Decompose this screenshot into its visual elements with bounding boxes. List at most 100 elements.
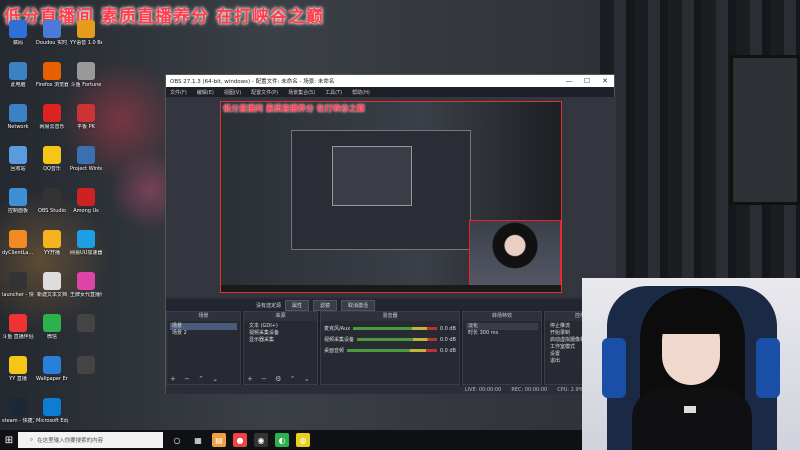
desktop-icon[interactable]: 赋码 (2, 20, 34, 58)
desktop-icon[interactable]: YY语音 1.0 Beta (70, 20, 102, 58)
rec-timer: REC: 00:00:00 (511, 386, 548, 393)
desktop-icon[interactable] (70, 356, 102, 394)
desktop-icon-label: steam - 快捷方式 (2, 418, 34, 424)
source-item[interactable]: 文本 (GDI+) (247, 323, 314, 330)
desktop-icon[interactable]: 网易云音乐 (36, 104, 68, 142)
scene-item[interactable]: 场景 2 (170, 330, 237, 337)
duration-input[interactable]: 300 ms (480, 330, 499, 336)
menu-help[interactable]: 帮助(H) (352, 89, 370, 96)
streamer-body (632, 388, 752, 450)
chat-icon (43, 20, 61, 38)
yy-taskbar-icon[interactable]: ◍ (296, 433, 310, 447)
obs-window[interactable]: OBS 27.1.3 (64-bit, windows) - 配置文件: 未命名… (165, 74, 616, 394)
desktop-icon[interactable]: 平板 PK (70, 104, 102, 142)
desktop-icon[interactable] (70, 314, 102, 352)
deactivate-button[interactable]: 取消激活 (341, 299, 376, 311)
minimize-button[interactable]: — (560, 77, 578, 85)
menu-scene-collection[interactable]: 场景集合(S) (288, 89, 315, 96)
menu-edit[interactable]: 编辑(E) (197, 89, 214, 96)
desktop-icon[interactable]: Doudou 实时互动 (36, 20, 68, 58)
source-item[interactable]: 显示器采集 (247, 337, 314, 344)
desktop-icon[interactable]: 斗鱼 Fortune (70, 62, 102, 100)
desktop-icon[interactable]: Network (2, 104, 34, 142)
wallpaper-icon (43, 356, 61, 374)
close-button[interactable]: ✕ (596, 77, 614, 85)
sources-dock: 来源 文本 (GDI+) 视频采集设备 显示器采集 + − ⚙ ⌃ ⌄ (243, 311, 318, 385)
transition-select[interactable]: 淡化 (466, 323, 538, 330)
multitask-icon[interactable]: ▦ (191, 433, 205, 447)
desktop-icon-label: Doudou 实时互动 (36, 40, 68, 46)
obs-icon (43, 188, 61, 206)
filters-button[interactable]: 滤镜 (313, 299, 338, 311)
task-view-icon[interactable]: ○ (170, 433, 184, 447)
desktop-icon[interactable]: Firefox 浏览器 (36, 62, 68, 100)
desktop-icon[interactable]: QQ音乐 (36, 146, 68, 184)
desktop-icon-label: 斗鱼 直播伴侣 (2, 334, 34, 340)
app-icon (9, 314, 27, 332)
properties-button[interactable]: 属性 (285, 299, 310, 311)
desktop-icon[interactable]: Wallpaper Engine (36, 356, 68, 394)
folder-icon[interactable]: ▤ (212, 433, 226, 447)
windows-start-icon[interactable]: ⊞ (0, 430, 18, 450)
desktop-icon-label: Among Us (73, 208, 99, 214)
desktop-icon[interactable]: 此电脑 (2, 62, 34, 100)
yy-icon (77, 20, 95, 38)
obs-status-bar: LIVE: 00:00:00 REC: 00:00:00 CPU: 2.9%, … (166, 385, 616, 394)
desktop-icon-label: YY语音 1.0 Beta (70, 40, 102, 46)
menu-profile[interactable]: 配置文件(P) (251, 89, 278, 96)
desktop-icon[interactable]: YY开播 (36, 230, 68, 268)
desktop-icon[interactable]: OBS Studio (36, 188, 68, 226)
desktop-icon[interactable]: 微信 (36, 314, 68, 352)
obs-preview-canvas[interactable]: 低分直播间 素质直播养分 在打峡谷之巅 (220, 101, 562, 293)
obs-titlebar[interactable]: OBS 27.1.3 (64-bit, windows) - 配置文件: 未命名… (166, 75, 614, 87)
channel-db: 0.0 dB (439, 336, 456, 343)
desktop-icon-label: 斗鱼 Fortune (70, 82, 102, 88)
desktop-icon[interactable]: YY 直播 (2, 356, 34, 394)
live-timer: LIVE: 00:00:00 (464, 386, 502, 393)
desktop-icon[interactable]: 控制面板 (2, 188, 34, 226)
scene-controls[interactable]: + − ⌃ ⌄ (170, 375, 221, 383)
desktop-icon[interactable]: 网易UU加速器 (70, 230, 102, 268)
volume-meter[interactable] (357, 338, 437, 341)
wechat-taskbar-icon[interactable]: ◐ (275, 433, 289, 447)
channel-name: 视频采集设备 (324, 337, 355, 343)
scene-item[interactable]: 场景 (170, 323, 237, 330)
scenes-dock: 场景 场景 场景 2 + − ⌃ ⌄ (166, 311, 241, 385)
source-toolbar: 没有选定源 属性 滤镜 取消激活 (166, 299, 616, 311)
volume-meter[interactable] (353, 327, 437, 330)
menu-tools[interactable]: 工具(T) (325, 89, 342, 96)
transition-duration: 时长 300 ms (466, 330, 538, 337)
desktop-icon-label: YY 直播 (9, 376, 27, 382)
desktop-icon[interactable]: Among Us (70, 188, 102, 226)
desktop-icon[interactable]: 回收站 (2, 146, 34, 184)
desktop-icon-label: 控制面板 (7, 208, 28, 214)
source-item[interactable]: 视频采集设备 (247, 330, 314, 337)
obs-taskbar-icon[interactable]: ◉ (254, 433, 268, 447)
webcam-overlay (582, 278, 800, 450)
desktop-icon[interactable]: 王牌女代直播伴侣 (70, 272, 102, 310)
menu-view[interactable]: 视图(V) (224, 89, 241, 96)
menu-file[interactable]: 文件(F) (170, 89, 187, 96)
volume-meter[interactable] (347, 349, 437, 352)
desktop-icon[interactable]: 新建文本文档 (36, 272, 68, 310)
desktop-icon[interactable]: Project Winter (70, 146, 102, 184)
search-placeholder: 在这里输入你要搜索的内容 (37, 438, 104, 444)
windows-taskbar: ⊞ ⌕ 在这里输入你要搜索的内容 ○ ▦ ▤ ● ◉ ◐ ◍ (0, 430, 582, 450)
streamer-bangs (658, 304, 724, 334)
search-icon: ⌕ (30, 436, 34, 443)
room-window (730, 55, 800, 205)
desktop-icon[interactable]: 斗鱼 直播伴侣 (2, 314, 34, 352)
transitions-dock: 转场特效 淡化 时长 300 ms (462, 311, 542, 385)
firefox-icon (43, 62, 61, 80)
obs-preview-area: 低分直播间 素质直播养分 在打峡谷之巅 (166, 97, 616, 297)
netease-music-icon[interactable]: ● (233, 433, 247, 447)
desktop-icon[interactable]: dyClientLa... - 快捷方式 (2, 230, 34, 268)
no-source-selected-label: 没有选定源 (256, 302, 282, 309)
maximize-button[interactable]: ☐ (578, 77, 596, 85)
preview-webcam-source[interactable] (469, 220, 561, 292)
taskbar-search-box[interactable]: ⌕ 在这里输入你要搜索的内容 (18, 432, 163, 448)
desktop-icon-label: dyClientLa... - 快捷方式 (2, 250, 34, 256)
source-controls[interactable]: + − ⚙ ⌃ ⌄ (247, 375, 313, 383)
desktop-icon[interactable]: launcher - 快捷方式 (2, 272, 34, 310)
desktop-icon-label: Firefox 浏览器 (36, 82, 68, 88)
